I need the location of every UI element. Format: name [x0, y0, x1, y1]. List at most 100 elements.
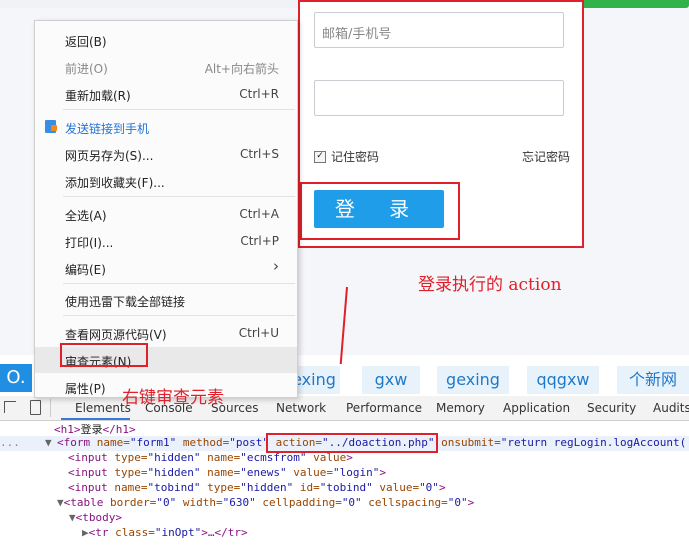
tag-item[interactable]: qqgxw [527, 366, 599, 394]
tag-item[interactable]: gexing [437, 366, 509, 394]
header-green-button[interactable] [578, 0, 689, 8]
dom-tag: <input [68, 466, 108, 479]
menu-item-label: 重新加载(R) [65, 89, 131, 103]
menu-item-label: 网页另存为(S)... [65, 149, 154, 163]
menu-item-shortcut: Ctrl+A [239, 207, 279, 221]
action-attr-highlight [266, 433, 438, 453]
dom-attr: onsubmit= [434, 436, 501, 449]
menu-item-label: 返回(B) [65, 35, 107, 49]
dom-attr-value: "enews" [240, 466, 287, 479]
context-menu: 返回(B) 前进(O) Alt+向右箭头 重新加载(R) Ctrl+R 发送链接到手… [34, 20, 298, 398]
menu-item-shortcut: Ctrl+U [238, 326, 279, 340]
dom-attr: width= [176, 496, 223, 509]
dom-attr: name= [200, 451, 241, 464]
dom-attr-value: "return regLogin.logAccount(' [500, 436, 689, 449]
toolbar-divider [50, 399, 51, 417]
dom-attr-value: "post" [229, 436, 269, 449]
menu-item-label: 添加到收藏夹(F)... [65, 176, 165, 190]
dom-tag: <input [68, 481, 108, 494]
dom-attr: value= [372, 481, 420, 494]
dom-attr: method= [176, 436, 230, 449]
tab-memory[interactable]: Memory [436, 401, 485, 415]
password-input[interactable] [314, 80, 564, 116]
submenu-arrow-icon: › [273, 257, 279, 275]
tab-application[interactable]: Application [503, 401, 570, 415]
menu-item-shortcut: Ctrl+R [239, 87, 279, 101]
menu-separator [63, 283, 295, 284]
tab-performance[interactable]: Performance [346, 401, 422, 415]
menu-item-send-to-phone[interactable]: 发送链接到手机 [35, 114, 297, 140]
menu-item-print[interactable]: 打印(I)... Ctrl+P [35, 228, 297, 254]
dom-attr: type= [200, 481, 241, 494]
expand-triangle-icon[interactable]: ▼ [45, 436, 52, 449]
dom-line-input-tobind[interactable]: <input name="tobind" type="hidden" id="t… [68, 481, 446, 496]
menu-item-forward[interactable]: 前进(O) Alt+向右箭头 [35, 54, 297, 80]
element-picker-icon[interactable] [4, 401, 16, 413]
dom-line-h1[interactable]: <h1>登录</h1> [54, 421, 136, 436]
menu-item-label: 使用迅雷下载全部链接 [65, 295, 186, 309]
dom-attr: cellpadding= [255, 496, 342, 509]
dom-attr-value: "0" [341, 496, 362, 509]
dom-attr-value: "form1" [129, 436, 177, 449]
active-tab-underline [61, 418, 130, 420]
dom-line-marker: ... [0, 436, 20, 449]
tag-item[interactable]: 个新网 [617, 366, 689, 394]
menu-item-save-as[interactable]: 网页另存为(S)... Ctrl+S [35, 141, 297, 167]
inspect-annotation: 右键审查元素 [122, 388, 224, 408]
tab-network[interactable]: Network [276, 401, 326, 415]
login-button[interactable]: 登 录 [314, 190, 444, 228]
tab-audits[interactable]: Audits [653, 401, 689, 415]
expand-triangle-icon[interactable]: ▼ [69, 511, 76, 524]
menu-separator [63, 109, 295, 110]
dom-tag: > [379, 466, 386, 479]
dom-text: 登录 [80, 423, 103, 436]
menu-item-reload[interactable]: 重新加载(R) Ctrl+R [35, 81, 297, 107]
dom-line-input-ecmsfrom[interactable]: <input type="hidden" name="ecmsfrom" val… [68, 451, 353, 466]
menu-item-shortcut: Alt+向右箭头 [204, 62, 279, 76]
dom-attr: name= [200, 466, 241, 479]
dom-attr-value: "hidden" [240, 481, 294, 494]
menu-item-label: 属性(P) [65, 382, 106, 396]
expand-triangle-icon[interactable]: ▶ [82, 526, 89, 539]
dom-tag: <tbody> [75, 511, 122, 524]
menu-separator [63, 196, 295, 197]
dom-tag: <table [63, 496, 104, 509]
menu-item-xunlei-download[interactable]: 使用迅雷下载全部链接 [35, 287, 297, 313]
forgot-password-link[interactable]: 忘记密码 [522, 148, 570, 165]
menu-item-add-favorite[interactable]: 添加到收藏夹(F)... [35, 168, 297, 194]
dom-attr-value: "0" [419, 481, 439, 494]
menu-item-select-all[interactable]: 全选(A) Ctrl+A [35, 201, 297, 227]
dom-line-table[interactable]: ▼<table border="0" width="630" cellpaddi… [57, 496, 474, 511]
dom-line-tbody[interactable]: ▼<tbody> [69, 511, 122, 526]
dom-attr-value: "login" [332, 466, 380, 479]
expand-triangle-icon[interactable]: ▼ [57, 496, 64, 509]
email-phone-input[interactable]: 邮箱/手机号 [314, 12, 564, 48]
dom-attr-value: "630" [222, 496, 256, 509]
remember-checkbox[interactable]: ✓ [314, 150, 326, 163]
dom-line-input-enews[interactable]: <input type="hidden" name="enews" value=… [68, 466, 386, 481]
dom-attr-value: "inOpt" [154, 526, 202, 539]
phone-send-icon [45, 120, 57, 133]
dom-attr-value: "0" [156, 496, 177, 509]
menu-item-back[interactable]: 返回(B) [35, 27, 297, 53]
tab-security[interactable]: Security [587, 401, 636, 415]
dom-attr: type= [107, 466, 148, 479]
login-form-card: 邮箱/手机号 ✓ 记住密码 忘记密码 登 录 [298, 0, 584, 248]
dom-attr-value: "tobind" [319, 481, 373, 494]
dom-tag: <form [57, 436, 91, 449]
menu-item-label: 全选(A) [65, 209, 107, 223]
remember-password[interactable]: ✓ 记住密码 [314, 148, 379, 165]
site-logo: O. [0, 364, 32, 392]
remember-label: 记住密码 [331, 150, 380, 164]
dom-attr-value: "hidden" [147, 451, 201, 464]
dom-attr: value= [286, 466, 333, 479]
dom-attr: type= [107, 451, 148, 464]
menu-item-label: 前进(O) [65, 62, 108, 76]
device-toolbar-icon[interactable] [30, 400, 41, 415]
dom-attr-value: "hidden" [147, 466, 201, 479]
dom-attr: id= [293, 481, 320, 494]
dom-tag: </h1> [102, 423, 136, 436]
dom-line-tr[interactable]: ▶<tr class="inOpt">…</tr> [82, 526, 248, 541]
menu-item-encoding[interactable]: 编码(E) › [35, 255, 297, 281]
tag-item[interactable]: gxw [362, 366, 420, 394]
